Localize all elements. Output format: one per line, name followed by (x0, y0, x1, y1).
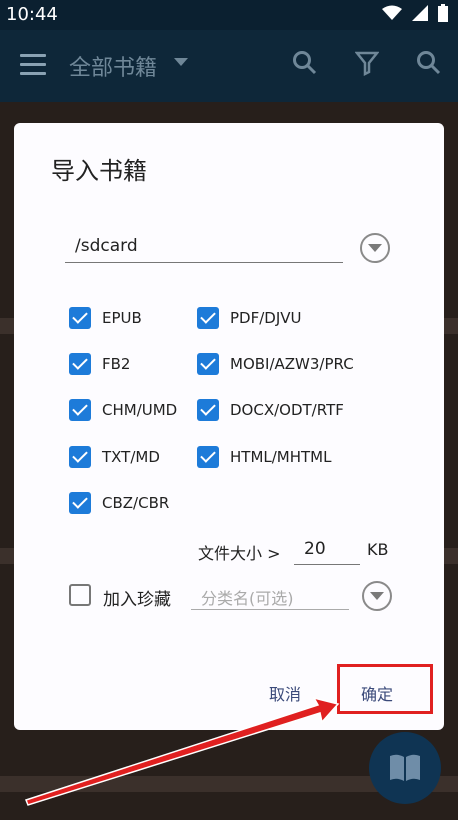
annotation-arrow (25, 696, 340, 806)
